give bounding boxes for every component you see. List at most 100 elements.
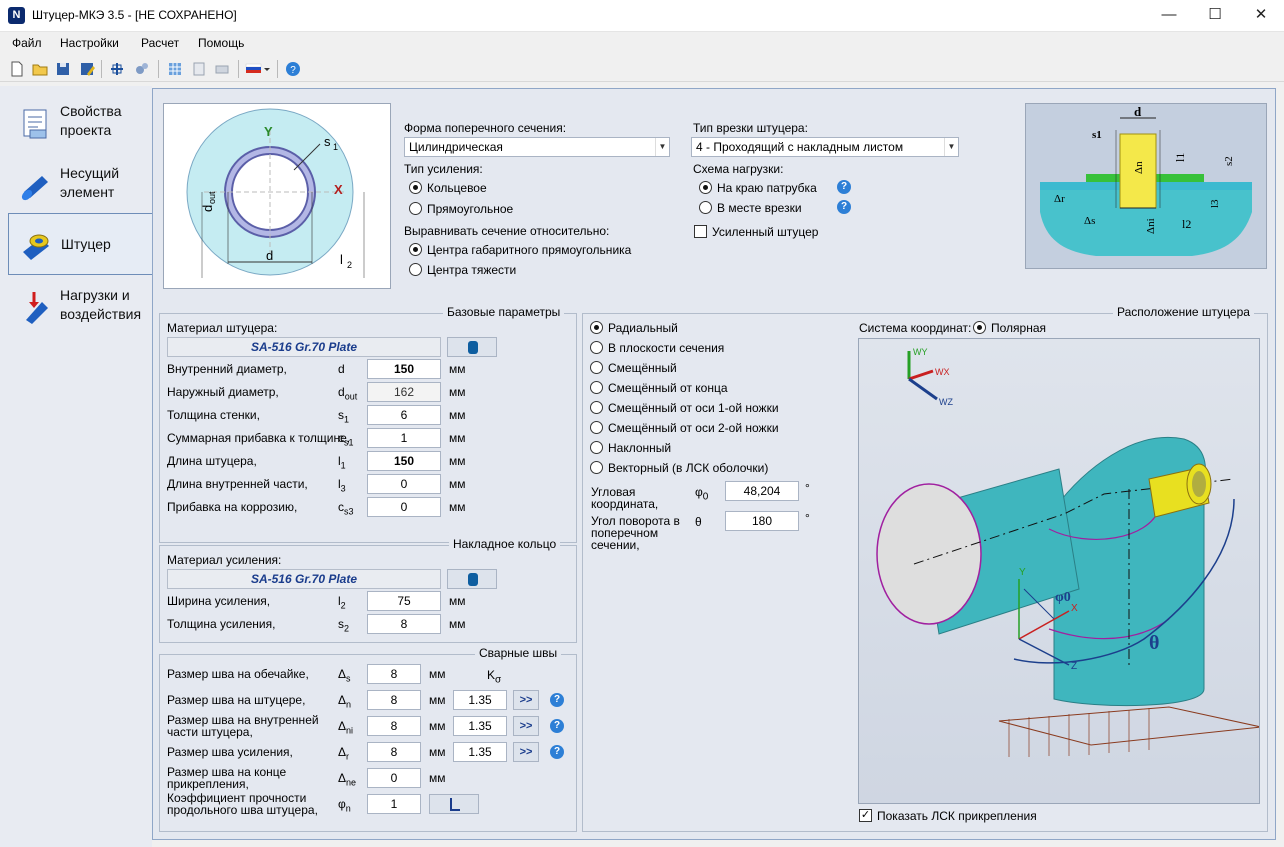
svg-text:l2: l2 <box>1182 217 1191 231</box>
nav-carrier-element[interactable]: Несущий элемент <box>8 154 152 216</box>
placement-option-radio[interactable] <box>590 421 603 434</box>
placement-option-radio[interactable] <box>590 361 603 374</box>
new-file-icon[interactable] <box>8 60 26 78</box>
param-label: Суммарная прибавка к толщине, <box>167 431 351 445</box>
expand-button[interactable]: >> <box>513 690 539 710</box>
param-unit: мм <box>449 594 466 608</box>
placement-option-radio[interactable] <box>590 321 603 334</box>
param-symbol: Δr <box>338 745 350 762</box>
app-icon: N <box>8 7 25 24</box>
align-bbox-radio[interactable] <box>409 243 422 256</box>
calculate-icon[interactable] <box>108 60 126 78</box>
param-input[interactable] <box>367 690 421 710</box>
param-input[interactable] <box>367 428 441 448</box>
rotation-input[interactable] <box>725 511 799 531</box>
param-input[interactable] <box>367 768 421 788</box>
chevron-down-icon: ▼ <box>944 138 958 156</box>
table-icon[interactable] <box>166 60 184 78</box>
expand-button[interactable]: >> <box>513 742 539 762</box>
help-icon[interactable]: ? <box>550 745 564 759</box>
placement-option-radio[interactable] <box>590 341 603 354</box>
param-input[interactable] <box>367 497 441 517</box>
print-icon[interactable] <box>213 60 231 78</box>
param-label: Внутренний диаметр, <box>167 362 287 376</box>
coord-system-label: Система координат: <box>859 321 972 335</box>
param-symbol: φn <box>338 797 351 814</box>
weld-coef-button[interactable] <box>429 794 479 814</box>
show-lcs-checkbox[interactable]: ✓ <box>859 809 872 822</box>
save-as-icon[interactable] <box>78 60 96 78</box>
help-icon[interactable]: ? <box>284 60 302 78</box>
param-input[interactable] <box>367 451 441 471</box>
model-3d-view[interactable]: θ φ0 Y X Z WY WX WZ <box>858 338 1260 804</box>
param-symbol: cs3 <box>338 500 354 517</box>
placement-option-radio[interactable] <box>590 381 603 394</box>
k-sigma-input[interactable] <box>453 742 507 762</box>
svg-text:1: 1 <box>333 142 338 152</box>
reinforced-nozzle-checkbox[interactable] <box>694 225 707 238</box>
svg-text:WX: WX <box>935 367 950 377</box>
param-input[interactable] <box>367 794 421 814</box>
help-icon[interactable]: ? <box>837 180 851 194</box>
reinf-ring-radio[interactable] <box>409 181 422 194</box>
k-sigma-input[interactable] <box>453 690 507 710</box>
placement-option-radio[interactable] <box>590 461 603 474</box>
param-symbol: dout <box>338 385 358 402</box>
help-icon[interactable]: ? <box>550 719 564 733</box>
param-input[interactable] <box>367 591 441 611</box>
param-input[interactable] <box>367 742 421 762</box>
material-db-button[interactable] <box>447 337 497 357</box>
angle-input[interactable] <box>725 481 799 501</box>
menu-calc[interactable]: Расчет <box>141 36 179 50</box>
param-unit: мм <box>449 385 466 399</box>
nav-project-properties[interactable]: Свойства проекта <box>8 92 152 154</box>
expand-button[interactable]: >> <box>513 716 539 736</box>
nav-loads[interactable]: Нагрузки и воздействия <box>8 276 152 338</box>
align-cg-radio[interactable] <box>409 263 422 276</box>
menu-settings[interactable]: Настройки <box>60 36 119 50</box>
menu-file[interactable]: Файл <box>12 36 42 50</box>
svg-text:l: l <box>340 252 343 267</box>
menu-help[interactable]: Помощь <box>198 36 244 50</box>
gears-icon[interactable] <box>133 60 151 78</box>
report-icon[interactable] <box>190 60 208 78</box>
param-symbol: d <box>338 362 345 376</box>
reinforced-nozzle-label: Усиленный штуцер <box>712 225 819 239</box>
placement-option-radio[interactable] <box>590 441 603 454</box>
shape-select[interactable]: Цилиндрическая ▼ <box>404 137 670 157</box>
param-input[interactable] <box>367 405 441 425</box>
load-insert-radio[interactable] <box>699 201 712 214</box>
svg-text:2: 2 <box>347 260 352 270</box>
help-icon[interactable]: ? <box>837 200 851 214</box>
k-sigma-input[interactable] <box>453 716 507 736</box>
ring-material-db-button[interactable] <box>447 569 497 589</box>
param-unit: мм <box>449 431 466 445</box>
reinf-rect-radio[interactable] <box>409 202 422 215</box>
param-symbol: s2 <box>338 617 350 634</box>
param-input[interactable] <box>367 474 441 494</box>
insert-type-select[interactable]: 4 - Проходящий с накладным листом ▼ <box>691 137 959 157</box>
param-unit: мм <box>429 667 446 681</box>
placement-option-radio[interactable] <box>590 401 603 414</box>
param-input[interactable] <box>367 716 421 736</box>
param-input[interactable] <box>367 359 441 379</box>
placement-option-label: Смещённый <box>608 361 677 375</box>
load-edge-radio[interactable] <box>699 181 712 194</box>
load-insert-label: В месте врезки <box>717 201 802 215</box>
param-input[interactable] <box>367 614 441 634</box>
open-folder-icon[interactable] <box>31 60 49 78</box>
nav-nozzle[interactable]: Штуцер <box>8 213 152 275</box>
language-flag-icon[interactable] <box>245 60 271 78</box>
save-icon[interactable] <box>54 60 72 78</box>
maximize-button[interactable]: ☐ <box>1192 0 1238 32</box>
param-input[interactable] <box>367 382 441 402</box>
ring-material-value: SA-516 Gr.70 Plate <box>167 569 441 589</box>
reinf-rect-label: Прямоугольное <box>427 202 514 216</box>
help-icon[interactable]: ? <box>550 693 564 707</box>
minimize-button[interactable]: — <box>1146 0 1192 32</box>
close-button[interactable]: ✕ <box>1238 0 1284 32</box>
coord-polar-radio[interactable] <box>973 321 986 334</box>
load-scheme-label: Схема нагрузки: <box>693 162 784 176</box>
toolbar: ? <box>0 56 1284 82</box>
param-input[interactable] <box>367 664 421 684</box>
